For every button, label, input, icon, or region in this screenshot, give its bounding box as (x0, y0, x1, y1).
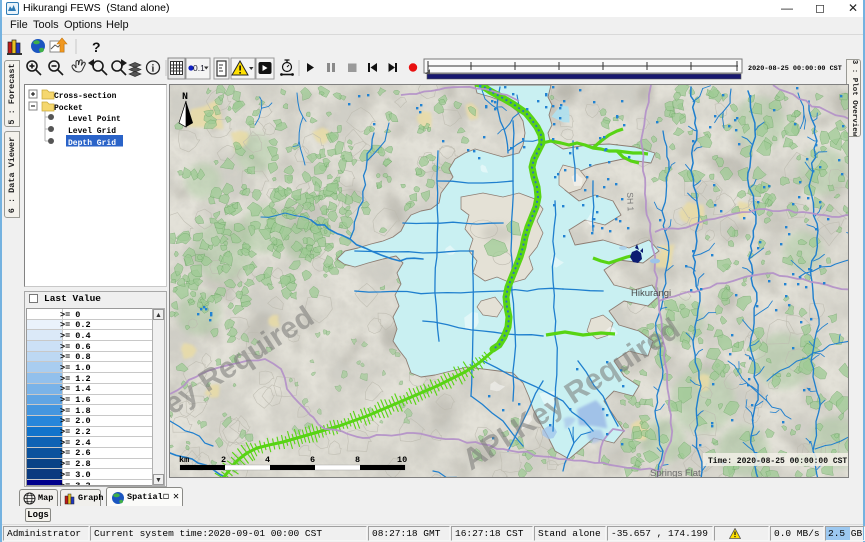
svg-text:Depth Grid: Depth Grid (68, 139, 116, 148)
svg-text:10: 10 (397, 455, 407, 465)
svg-text:?: ? (92, 39, 101, 55)
svg-text:4: 4 (265, 455, 270, 465)
svg-text:Springs Flat: Springs Flat (650, 468, 701, 478)
svg-text:Hikurangi: Hikurangi (631, 288, 671, 299)
svg-text:N: N (182, 92, 188, 103)
svg-text:Cross-section: Cross-section (54, 92, 117, 101)
svg-text:6: 6 (310, 455, 315, 465)
svg-text:8: 8 (355, 455, 360, 465)
svg-text:Level Grid: Level Grid (68, 127, 116, 136)
svg-text:i: i (152, 64, 155, 75)
svg-text:SH 1: SH 1 (625, 192, 636, 212)
svg-text:Time: 2020-08-25 00:00:00 CST: Time: 2020-08-25 00:00:00 CST (708, 457, 847, 466)
svg-text:0.1: 0.1 (193, 63, 205, 73)
svg-text:km: km (179, 455, 189, 465)
svg-text:Level Point: Level Point (68, 115, 121, 124)
svg-text:Pocket: Pocket (54, 104, 83, 113)
svg-text:2020-08-25 00:00:00 CST: 2020-08-25 00:00:00 CST (748, 65, 842, 73)
svg-text:2: 2 (221, 455, 226, 465)
